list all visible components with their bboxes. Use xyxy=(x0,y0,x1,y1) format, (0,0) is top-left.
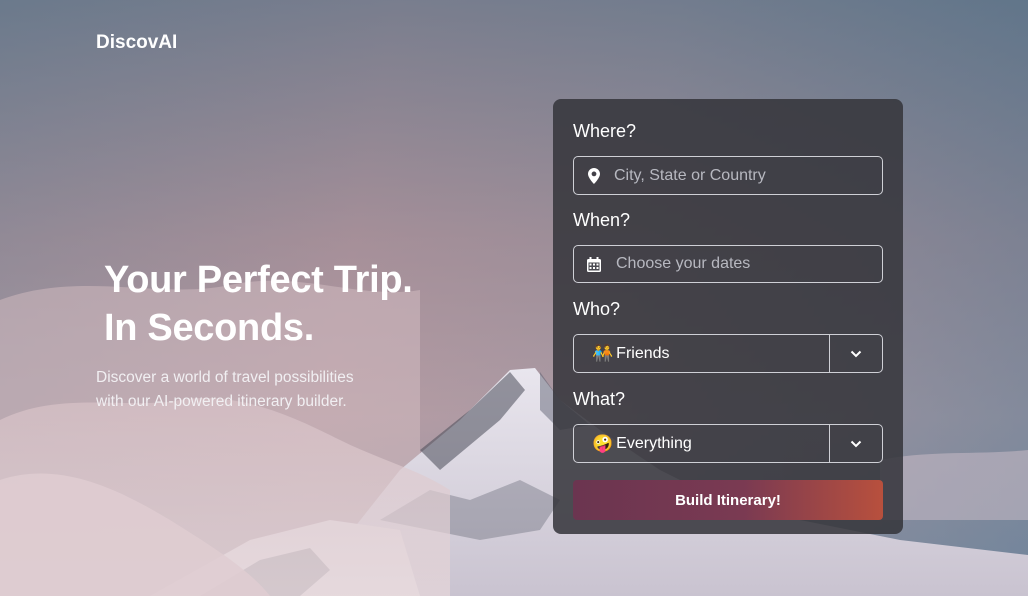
who-dropdown-toggle[interactable] xyxy=(829,335,882,372)
hero-title-line2: In Seconds. xyxy=(104,307,314,349)
where-input[interactable]: City, State or Country xyxy=(573,156,883,195)
when-label: When? xyxy=(573,210,631,230)
brand-logo[interactable]: DiscovAI xyxy=(96,32,177,54)
who-label: Who? xyxy=(573,299,621,319)
map-pin-icon xyxy=(574,167,614,184)
date-picker-input[interactable]: Choose your dates xyxy=(573,245,883,283)
what-dropdown-toggle[interactable] xyxy=(829,425,882,462)
hero-subtitle-line1: Discover a world of travel possibilities xyxy=(96,369,354,386)
friends-emoji-icon: 🧑‍🤝‍🧑 xyxy=(592,343,614,363)
hero-subtitle: Discover a world of travel possibilities… xyxy=(96,366,396,414)
hero-title: Your Perfect Trip. In Seconds. xyxy=(104,256,413,352)
build-itinerary-button[interactable]: Build Itinerary! xyxy=(573,480,883,520)
what-select[interactable]: 🤪 Everything xyxy=(573,424,883,463)
calendar-icon xyxy=(574,256,614,272)
chevron-down-icon xyxy=(850,440,862,447)
who-select[interactable]: 🧑‍🤝‍🧑 Friends xyxy=(573,334,883,373)
chevron-down-icon xyxy=(850,350,862,357)
who-selected-value: Friends xyxy=(616,344,670,362)
hero-subtitle-line2: with our AI-powered itinerary builder. xyxy=(96,393,347,410)
hero-title-line1: Your Perfect Trip. xyxy=(104,259,413,301)
when-placeholder: Choose your dates xyxy=(616,255,751,272)
where-placeholder: City, State or Country xyxy=(614,166,766,184)
zany-face-emoji-icon: 🤪 xyxy=(592,433,614,453)
where-label: Where? xyxy=(573,121,637,141)
what-selected-value: Everything xyxy=(616,434,692,452)
trip-form: Where? City, State or Country When? Choo… xyxy=(553,99,903,534)
what-label: What? xyxy=(573,389,626,409)
hero-section: Your Perfect Trip. In Seconds. Discover … xyxy=(96,256,413,410)
